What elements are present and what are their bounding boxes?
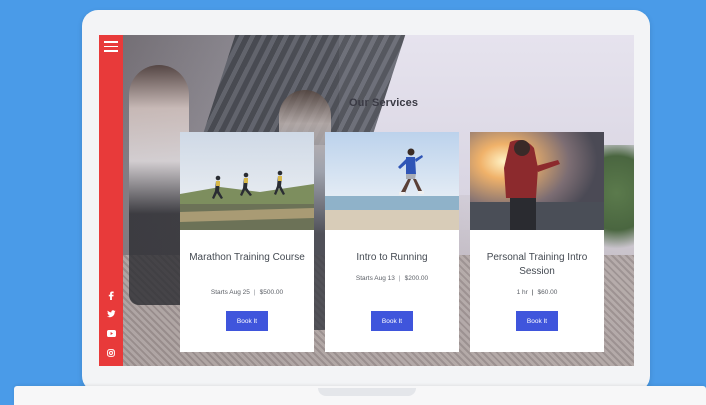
hero-greenery [599,145,634,265]
card-price: $200.00 [404,275,429,282]
card-start-date: Starts Aug 13 [355,275,395,282]
service-card-marathon: Marathon Training Course Starts Aug 25 | $… [180,132,314,352]
book-it-button[interactable]: Book It [226,311,268,331]
instagram-icon[interactable] [99,349,123,357]
card-start-date: Starts Aug 25 [210,289,250,296]
card-meta: Starts Aug 13 | $200.00 [355,275,429,282]
card-image-marathon [180,132,314,230]
card-title: Personal Training Intro Session [486,252,588,277]
hamburger-icon[interactable] [104,41,118,52]
card-price: $60.00 [537,289,558,296]
card-meta: 1 hr | $60.00 [516,289,558,296]
card-title: Marathon Training Course [189,252,305,263]
twitter-icon[interactable] [99,310,123,318]
card-image-intro-running [325,132,459,230]
card-price: $500.00 [259,289,284,296]
card-image-personal-training [470,132,604,230]
book-it-button[interactable]: Book It [371,311,413,331]
section-title: Our Services [349,97,419,109]
facebook-icon[interactable] [99,291,123,300]
service-card-personal-training: Personal Training Intro Session 1 hr | $60… [470,132,604,352]
service-card-intro-running: Intro to Running Starts Aug 13 | $200.00 B… [325,132,459,352]
card-title: Intro to Running [356,252,428,263]
book-it-button[interactable]: Book It [516,311,558,331]
youtube-icon[interactable] [99,330,123,337]
card-meta: Starts Aug 25 | $500.00 [210,289,284,296]
website-screen: Our Services Marathon Training Course St… [99,35,634,366]
laptop-notch [318,388,416,396]
card-duration: 1 hr [516,289,528,296]
sidebar [99,35,123,366]
